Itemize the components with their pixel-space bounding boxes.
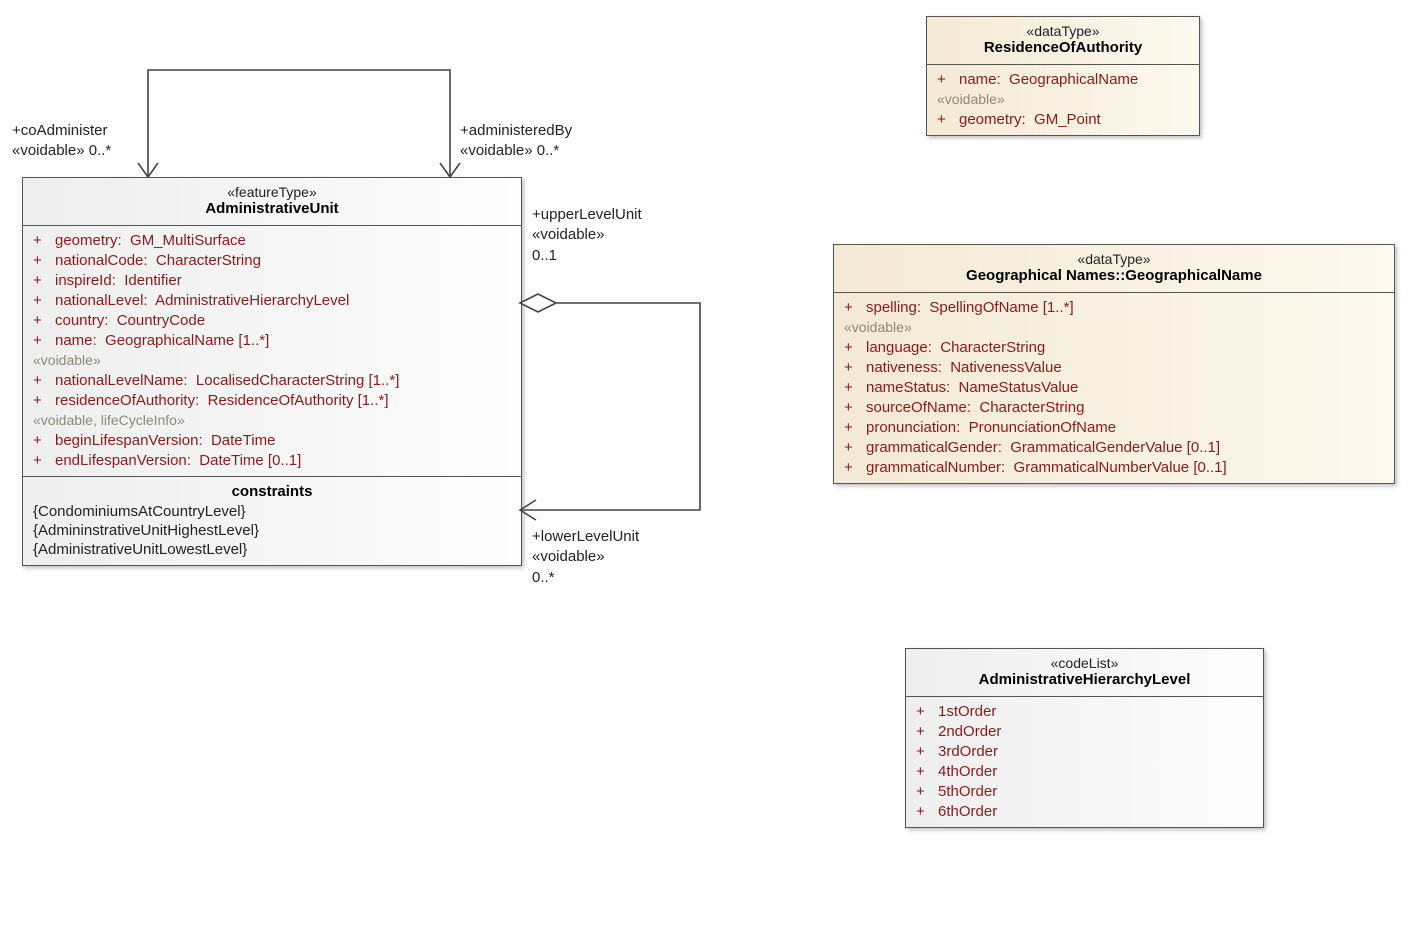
class-administrative-unit: «featureType» AdministrativeUnit +geomet…: [22, 177, 522, 566]
label-coadminister: +coAdminister «voidable» 0..*: [12, 121, 111, 162]
attributes: +name: GeographicalName «voidable» +geom…: [927, 65, 1199, 135]
voidable-label: «voidable»: [844, 317, 1384, 337]
attribute-row: +beginLifespanVersion: DateTime: [33, 430, 511, 450]
constraint: {AdministrativeUnitLowestLevel}: [33, 540, 511, 559]
voidable-label: «voidable»: [937, 89, 1189, 109]
class-header: «dataType» ResidenceOfAuthority: [927, 17, 1199, 65]
attribute-row: +nationalCode: CharacterString: [33, 250, 511, 270]
attribute-row: +pronunciation: PronunciationOfName: [844, 417, 1384, 437]
class-name: ResidenceOfAuthority: [937, 39, 1189, 56]
label-upperlevelunit: +upperLevelUnit «voidable» 0..1: [532, 205, 642, 266]
attribute-row: +language: CharacterString: [844, 337, 1384, 357]
label-administeredby: +administeredBy «voidable» 0..*: [460, 121, 572, 162]
class-name: AdministrativeHierarchyLevel: [916, 671, 1253, 688]
constraint: {CondominiumsAtCountryLevel}: [33, 502, 511, 521]
attribute-row: +country: CountryCode: [33, 310, 511, 330]
attribute-row: +sourceOfName: CharacterString: [844, 397, 1384, 417]
attribute-row: +endLifespanVersion: DateTime [0..1]: [33, 450, 511, 470]
stereotype: «featureType»: [33, 184, 511, 200]
attribute-row: +spelling: SpellingOfName [1..*]: [844, 297, 1384, 317]
attribute-row: +nationalLevel: AdministrativeHierarchyL…: [33, 290, 511, 310]
attribute-row: +name: GeographicalName: [937, 69, 1189, 89]
attributes: +geometry: GM_MultiSurface+nationalCode:…: [23, 226, 521, 477]
attribute-row: +grammaticalNumber: GrammaticalNumberVal…: [844, 457, 1384, 477]
stereotype: «dataType»: [844, 251, 1384, 267]
stereotype: «dataType»: [937, 23, 1189, 39]
constraints-title: constraints: [33, 481, 511, 502]
attribute-row: +1stOrder: [916, 701, 1253, 721]
class-geographical-name: «dataType» Geographical Names::Geographi…: [833, 244, 1395, 484]
constraints: constraints {CondominiumsAtCountryLevel}…: [23, 477, 521, 565]
attribute-row: +geometry: GM_Point: [937, 109, 1189, 129]
attribute-row: +name: GeographicalName [1..*]: [33, 330, 511, 350]
attribute-row: +nameStatus: NameStatusValue: [844, 377, 1384, 397]
class-residence-of-authority: «dataType» ResidenceOfAuthority +name: G…: [926, 16, 1200, 136]
attribute-row: +geometry: GM_MultiSurface: [33, 230, 511, 250]
attribute-row: +inspireId: Identifier: [33, 270, 511, 290]
class-header: «codeList» AdministrativeHierarchyLevel: [906, 649, 1263, 697]
class-administrative-hierarchy-level: «codeList» AdministrativeHierarchyLevel …: [905, 648, 1264, 828]
attributes: +1stOrder+2ndOrder+3rdOrder+4thOrder+5th…: [906, 697, 1263, 827]
attribute-row: +4thOrder: [916, 761, 1253, 781]
attribute-row: +2ndOrder: [916, 721, 1253, 741]
constraint: {AdmininstrativeUnitHighestLevel}: [33, 521, 511, 540]
label-lowerlevelunit: +lowerLevelUnit «voidable» 0..*: [532, 527, 639, 588]
class-header: «featureType» AdministrativeUnit: [23, 178, 521, 226]
attribute-row: +nativeness: NativenessValue: [844, 357, 1384, 377]
class-name: Geographical Names::GeographicalName: [844, 267, 1384, 284]
attribute-row: +5thOrder: [916, 781, 1253, 801]
class-header: «dataType» Geographical Names::Geographi…: [834, 245, 1394, 293]
attribute-row: +nationalLevelName: LocalisedCharacterSt…: [33, 370, 511, 390]
attribute-row: +6thOrder: [916, 801, 1253, 821]
lifecycle-label: «voidable, lifeCycleInfo»: [33, 410, 511, 430]
voidable-label: «voidable»: [33, 350, 511, 370]
attributes: +spelling: SpellingOfName [1..*] «voidab…: [834, 293, 1394, 483]
stereotype: «codeList»: [916, 655, 1253, 671]
attribute-row: +grammaticalGender: GrammaticalGenderVal…: [844, 437, 1384, 457]
attribute-row: +residenceOfAuthority: ResidenceOfAuthor…: [33, 390, 511, 410]
class-name: AdministrativeUnit: [33, 200, 511, 217]
attribute-row: +3rdOrder: [916, 741, 1253, 761]
